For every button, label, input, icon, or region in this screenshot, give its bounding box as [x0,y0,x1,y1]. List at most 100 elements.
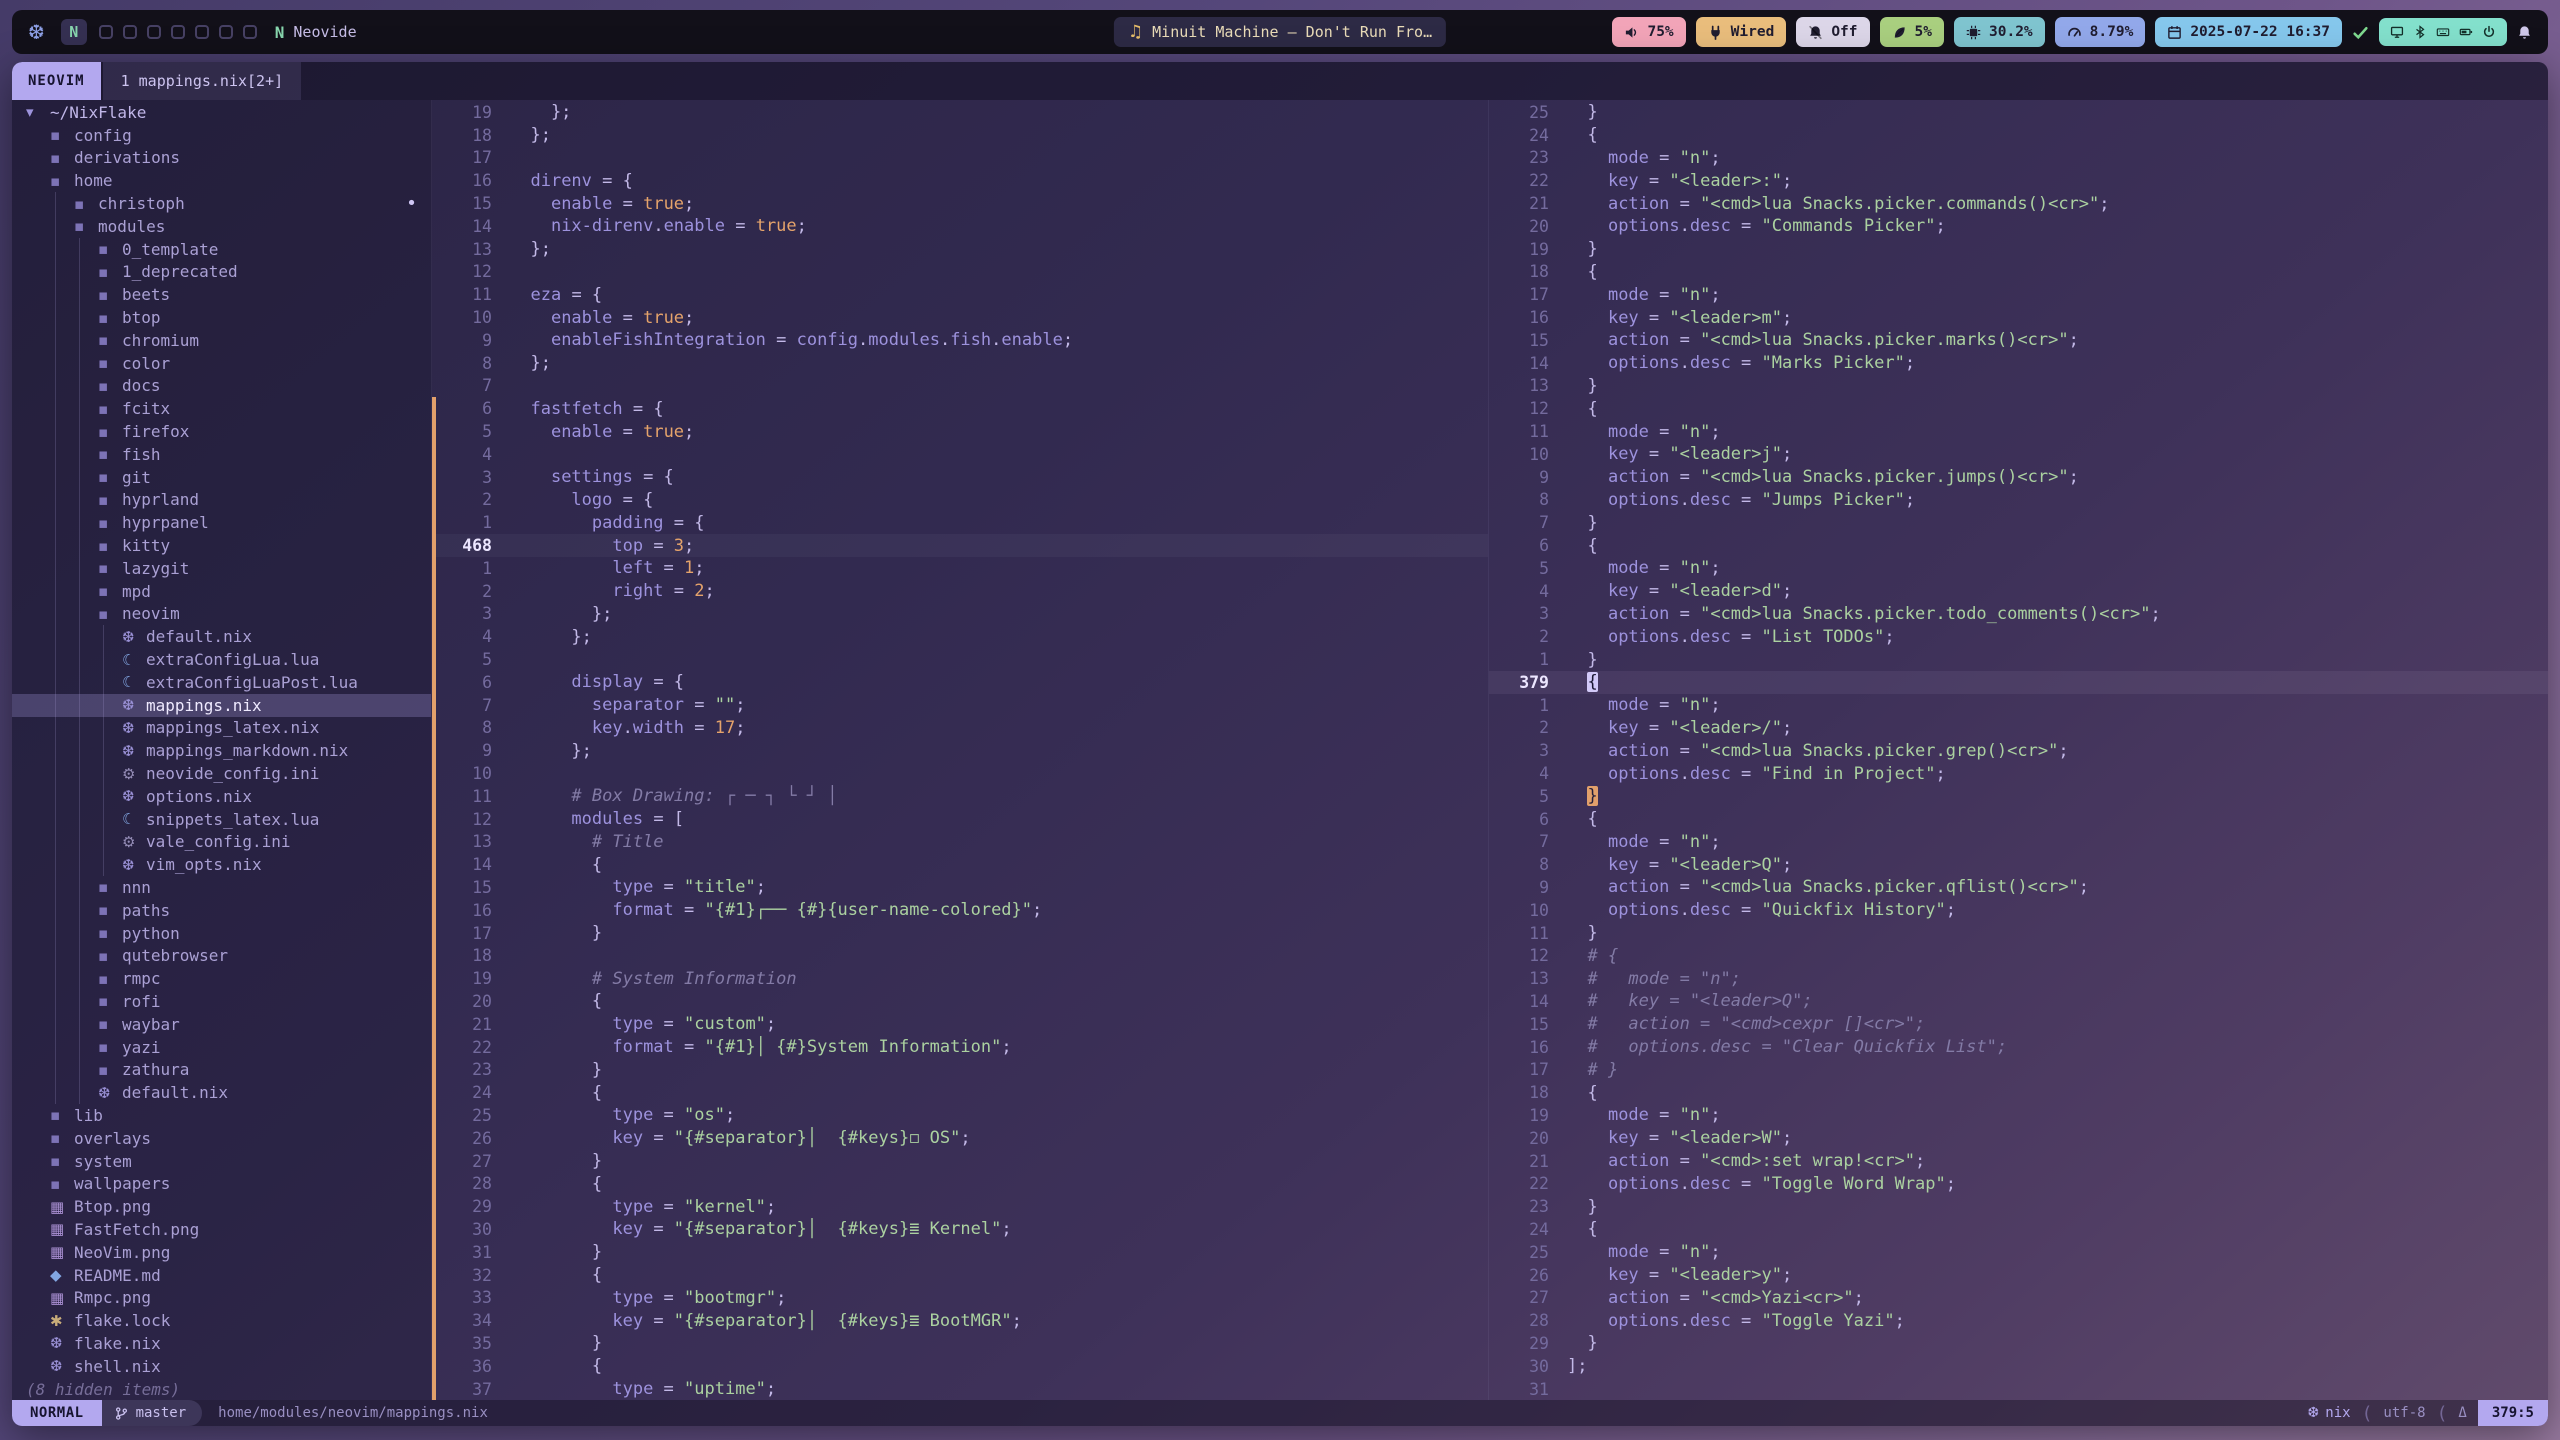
code-line[interactable]: 35 } [432,1332,1488,1355]
code-line[interactable]: 14 nix-direnv.enable = true; [432,215,1488,238]
code-line[interactable]: 18 }; [432,124,1488,147]
code-line[interactable]: 5 [432,648,1488,671]
code-line[interactable]: 11 eza = { [432,283,1488,306]
code-line[interactable]: 4 [432,443,1488,466]
tree-item[interactable]: ❆default.nix [12,625,431,648]
tree-item[interactable]: ▪mpd [12,580,431,603]
network-widget[interactable]: Wired [1696,17,1787,47]
code-line[interactable]: 22 format = "{#1}│ {#}System Information… [432,1036,1488,1059]
code-line[interactable]: 21 type = "custom"; [432,1013,1488,1036]
code-line[interactable]: 9 action = "<cmd>lua Snacks.picker.jumps… [1489,466,2548,489]
tray-display-icon[interactable] [2390,25,2404,39]
code-line[interactable]: 30 key = "{#separator}│ {#keys}≣ Kernel"… [432,1218,1488,1241]
tree-item[interactable]: ▪lazygit [12,557,431,580]
code-line[interactable]: 15 type = "title"; [432,876,1488,899]
tab-mappings-nix[interactable]: 1 mappings.nix[2+] [103,62,302,100]
tree-item[interactable]: ▪modules [12,215,431,238]
tree-item[interactable]: ❆mappings.nix [12,694,431,717]
code-line[interactable]: 4 options.desc = "Find in Project"; [1489,762,2548,785]
workspace-empty[interactable] [171,25,185,39]
code-line[interactable]: 23 } [1489,1195,2548,1218]
tree-item[interactable]: ▪paths [12,899,431,922]
code-line[interactable]: 6 display = { [432,671,1488,694]
tree-item[interactable]: ▪overlays [12,1127,431,1150]
tree-item[interactable]: ⚙vale_config.ini [12,831,431,854]
code-line[interactable]: 10 key = "<leader>j"; [1489,443,2548,466]
code-line[interactable]: 11 } [1489,922,2548,945]
code-line[interactable]: 14 options.desc = "Marks Picker"; [1489,352,2548,375]
tree-item[interactable]: ▪rmpc [12,967,431,990]
code-line[interactable]: 8 key.width = 17; [432,717,1488,740]
code-line[interactable]: 7 [432,375,1488,398]
code-line[interactable]: 3 }; [432,603,1488,626]
code-line[interactable]: 20 { [432,990,1488,1013]
code-line[interactable]: 19 }; [432,101,1488,124]
tree-item[interactable]: ☾extraConfigLuaPost.lua [12,671,431,694]
code-line[interactable]: 10 [432,762,1488,785]
code-line[interactable]: 5 } [1489,785,2548,808]
code-line[interactable]: 24 { [1489,1218,2548,1241]
tree-item[interactable]: ▾~/NixFlake [12,101,431,124]
tree-item[interactable]: ▪git [12,466,431,489]
workspace-empty[interactable] [243,25,257,39]
tree-item[interactable]: ❆vim_opts.nix [12,853,431,876]
tree-item[interactable]: ▪fish [12,443,431,466]
code-line[interactable]: 34 key = "{#separator}│ {#keys}≣ BootMGR… [432,1309,1488,1332]
volume-widget[interactable]: 75% [1612,17,1685,47]
code-line[interactable]: 1 padding = { [432,511,1488,534]
code-line[interactable]: 20 options.desc = "Commands Picker"; [1489,215,2548,238]
tree-item[interactable]: ▪config [12,124,431,147]
code-line[interactable]: 17 [432,147,1488,170]
code-line[interactable]: 12 modules = [ [432,808,1488,831]
tree-item[interactable]: ▪python [12,922,431,945]
code-line[interactable]: 4 }; [432,625,1488,648]
code-line[interactable]: 6 { [1489,534,2548,557]
nix-launcher-icon[interactable]: ❆ [28,20,45,44]
code-line[interactable]: 37 type = "uptime"; [432,1378,1488,1400]
tree-item[interactable]: ▪color [12,352,431,375]
code-line[interactable]: 18 { [1489,1081,2548,1104]
tree-item[interactable]: ✱flake.lock [12,1309,431,1332]
code-line[interactable]: 31 [1489,1378,2548,1400]
code-line[interactable]: 8 }; [432,352,1488,375]
tree-item[interactable]: ▦FastFetch.png [12,1218,431,1241]
tree-item[interactable]: ▪btop [12,306,431,329]
tree-item[interactable]: ▪hyprpanel [12,511,431,534]
code-line[interactable]: 379 { [1489,671,2548,694]
code-line[interactable]: 2 key = "<leader>/"; [1489,717,2548,740]
code-line[interactable]: 4 key = "<leader>d"; [1489,580,2548,603]
code-line[interactable]: 2 logo = { [432,489,1488,512]
code-line[interactable]: 25 } [1489,101,2548,124]
tree-item[interactable]: ▪wallpapers [12,1172,431,1195]
code-line[interactable]: 7 separator = ""; [432,694,1488,717]
code-line[interactable]: 28 options.desc = "Toggle Yazi"; [1489,1309,2548,1332]
cpu-widget[interactable]: 8.79% [2055,17,2146,47]
code-line[interactable]: 17 } [432,922,1488,945]
code-line[interactable]: 18 [432,944,1488,967]
code-line[interactable]: 9 }; [432,739,1488,762]
code-line[interactable]: 10 options.desc = "Quickfix History"; [1489,899,2548,922]
tree-item[interactable]: ⚙neovide_config.ini [12,762,431,785]
code-line[interactable]: 2 right = 2; [432,580,1488,603]
code-line[interactable]: 15 enable = true; [432,192,1488,215]
code-line[interactable]: 1 mode = "n"; [1489,694,2548,717]
tree-item[interactable]: ▪fcitx [12,397,431,420]
code-line[interactable]: 15 # action = "<cmd>cexpr []<cr>"; [1489,1013,2548,1036]
workspace-empty[interactable] [123,25,137,39]
tree-item[interactable]: ▪beets [12,283,431,306]
code-line[interactable]: 12 # { [1489,944,2548,967]
tree-item[interactable]: ▪system [12,1150,431,1173]
code-line[interactable]: 5 enable = true; [432,420,1488,443]
code-line[interactable]: 10 enable = true; [432,306,1488,329]
clock-widget[interactable]: 2025-07-22 16:37 [2155,17,2342,47]
code-line[interactable]: 1 } [1489,648,2548,671]
code-line[interactable]: 8 key = "<leader>Q"; [1489,853,2548,876]
tray-keyboard-icon[interactable] [2436,25,2450,39]
tree-item[interactable]: ▪1_deprecated [12,261,431,284]
code-line[interactable]: 19 } [1489,238,2548,261]
code-line[interactable]: 21 action = "<cmd>lua Snacks.picker.comm… [1489,192,2548,215]
bell-icon[interactable] [2517,25,2532,40]
code-line[interactable]: 18 { [1489,261,2548,284]
tree-item[interactable]: ▪rofi [12,990,431,1013]
code-line[interactable]: 11 mode = "n"; [1489,420,2548,443]
